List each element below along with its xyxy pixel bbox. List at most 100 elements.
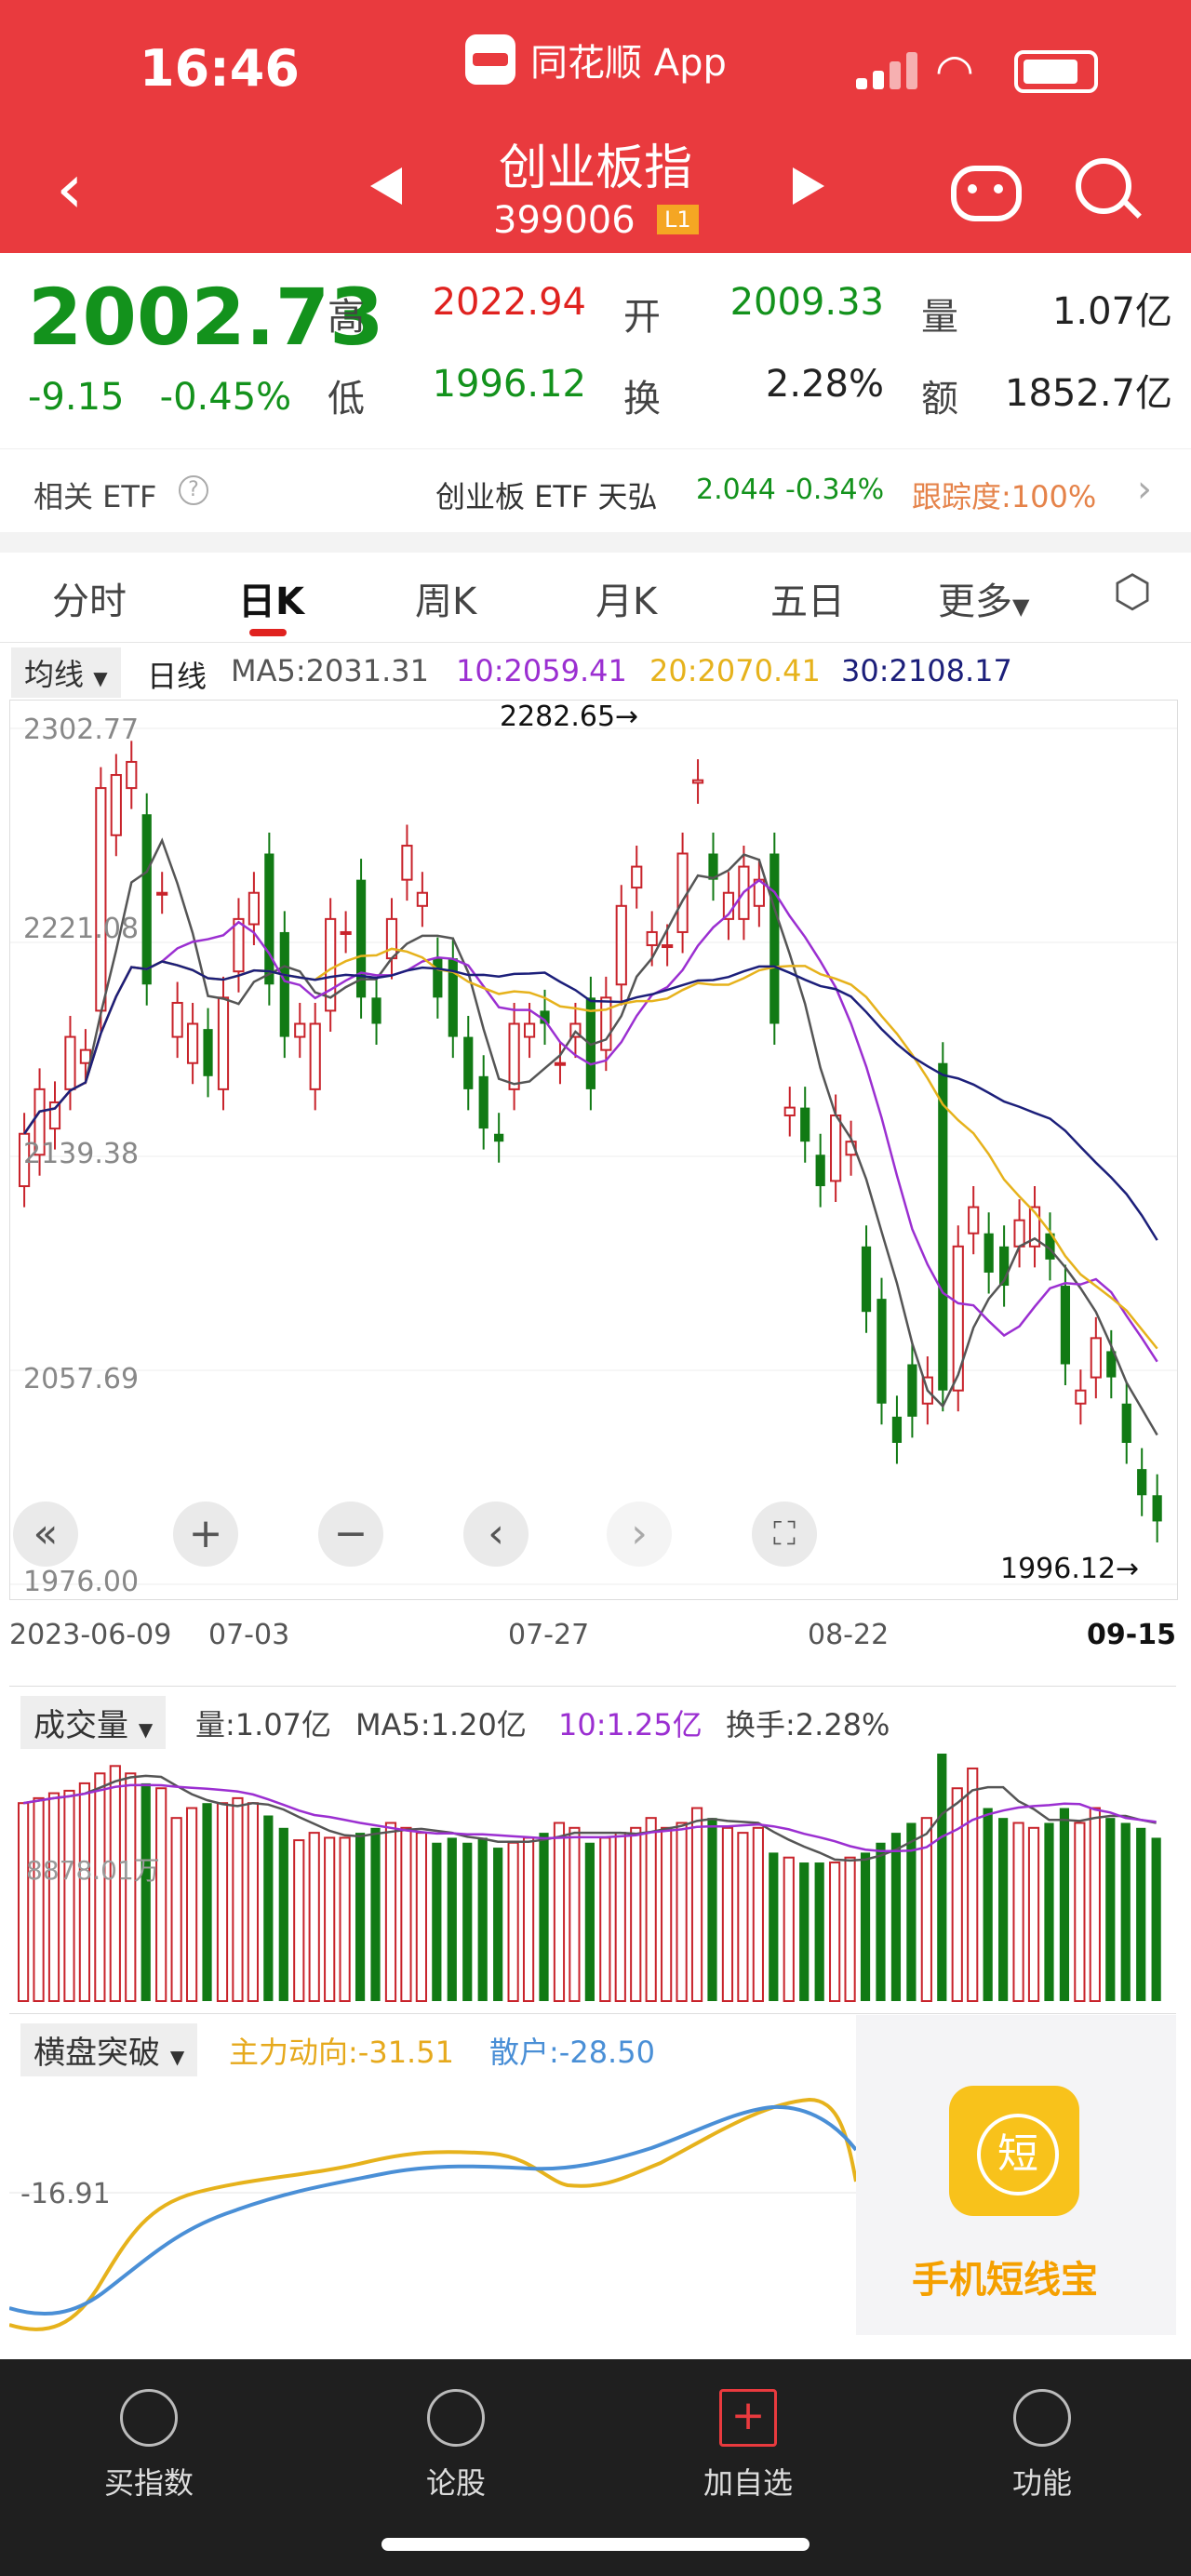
candle — [877, 1299, 887, 1404]
amount-label: 额 — [921, 378, 958, 420]
candle — [662, 944, 674, 949]
volume-bar — [1074, 1822, 1086, 2003]
candle — [1121, 1403, 1131, 1443]
candle — [110, 774, 122, 836]
volume-panel[interactable]: 成交量 ▼ 量:1.07亿 MA5:1.20亿 10:1.25亿 换手:2.28… — [9, 1686, 1176, 2007]
volume-bar — [860, 1852, 871, 2001]
search-icon[interactable] — [1076, 158, 1131, 214]
candle — [156, 891, 168, 896]
ma30-value: 30:2108.17 — [841, 653, 1012, 688]
assistant-icon[interactable] — [951, 166, 1022, 221]
settings-hex-icon[interactable]: ⬡ — [1113, 566, 1152, 618]
next-index-icon[interactable] — [793, 167, 824, 205]
help-icon[interactable]: ? — [179, 475, 208, 505]
back-icon[interactable]: ‹ — [56, 154, 84, 223]
nav-functions[interactable]: 功能 — [949, 2378, 1135, 2503]
candle — [600, 996, 612, 1051]
y-label: 2302.77 — [23, 714, 140, 746]
candle — [401, 845, 413, 881]
volume-bar — [614, 1832, 626, 2003]
kline-chart[interactable]: 2302.77 2221.08 2139.38 2057.69 1976.00 … — [9, 700, 1178, 1600]
volume-bar — [584, 1842, 595, 2001]
candle — [1152, 1495, 1162, 1522]
candle — [523, 1022, 536, 1038]
volume-bar — [937, 1754, 947, 2001]
candle — [861, 1246, 872, 1313]
zoom-in-icon[interactable]: + — [173, 1502, 238, 1567]
main-force-line — [9, 2097, 856, 2331]
caret-down-icon: ▼ — [138, 1718, 154, 1741]
step-right-icon[interactable]: › — [607, 1502, 672, 1567]
nav-label: 买指数 — [103, 2465, 194, 2501]
tab-five-day[interactable]: 五日 — [770, 571, 845, 625]
fullscreen-icon[interactable]: ⛶ — [752, 1502, 817, 1567]
candle — [646, 930, 658, 947]
volume-bar — [1044, 1822, 1054, 2001]
volume-axis-label: 8878.01万 — [26, 1855, 160, 1886]
indicator-select[interactable]: 均线 ▼ — [11, 647, 121, 698]
nav-label: 加自选 — [703, 2465, 793, 2501]
volume-bar — [998, 1818, 1009, 2001]
short-line-icon: 短 — [949, 2086, 1079, 2216]
candle — [769, 853, 780, 1024]
level-badge: L1 — [657, 205, 699, 234]
volume-bar — [1136, 1827, 1146, 2001]
tab-timeshare[interactable]: 分时 — [52, 571, 127, 625]
candle — [494, 1133, 504, 1142]
volume-bar — [661, 1826, 673, 2002]
candle — [141, 814, 152, 985]
signal-icon — [856, 52, 917, 89]
candle — [800, 1107, 810, 1142]
turnover-value: 2.28% — [765, 363, 884, 406]
related-etf-row[interactable]: 相关 ETF ? 创业板 ETF 天弘 2.044 -0.34% 跟踪度:100… — [0, 448, 1191, 533]
candle — [126, 760, 138, 790]
nav-buy-index[interactable]: 买指数 — [56, 2378, 242, 2503]
volume-indicator-select[interactable]: 成交量 ▼ — [20, 1696, 167, 1749]
tab-more[interactable]: 更多▼ — [938, 571, 1029, 625]
nav-add-watchlist[interactable]: + 加自选 — [655, 2378, 841, 2503]
scroll-left-icon[interactable]: « — [13, 1502, 78, 1567]
tab-monthly-k[interactable]: 月K — [596, 571, 657, 625]
tab-weekly-k[interactable]: 周K — [415, 571, 476, 625]
candle — [248, 891, 261, 926]
step-left-icon[interactable]: ‹ — [463, 1502, 529, 1567]
price-change: -9.15 -0.45% — [28, 376, 291, 419]
volume-bar — [783, 1856, 795, 2002]
candle — [968, 1206, 980, 1235]
period-label: 日线 — [147, 659, 207, 694]
volume-bar — [78, 1782, 91, 2002]
volume-bar — [33, 1796, 45, 2002]
top-bar: 16:46 同花顺 App ◠ ‹ 创业板指 399006 L1 — [0, 0, 1191, 253]
min-price-label: 1996.12→ — [1000, 1553, 1140, 1585]
nav-discuss[interactable]: 论股 — [363, 2378, 549, 2503]
candle — [416, 891, 428, 907]
candle — [203, 1029, 213, 1076]
volume-bar — [553, 1822, 566, 2003]
ma5-line — [23, 837, 1158, 1436]
candle — [815, 1155, 825, 1187]
volume-label: 量 — [921, 296, 958, 339]
tab-daily-k[interactable]: 日K — [238, 571, 304, 625]
candle — [463, 1036, 474, 1089]
volume-indicator-label: 成交量 — [33, 1707, 128, 1744]
volume-bar — [355, 1833, 366, 2001]
zoom-out-icon[interactable]: − — [318, 1502, 383, 1567]
volume-value: 1.07亿 — [1051, 290, 1172, 333]
chevron-right-icon[interactable]: › — [1137, 468, 1152, 511]
active-tab-indicator — [249, 629, 287, 636]
kline-svg — [10, 727, 1177, 1585]
volume-bar — [432, 1842, 442, 2001]
indicator-axis-label: -16.91 — [20, 2178, 111, 2210]
change-value: -9.15 — [28, 376, 125, 419]
volume-bar — [890, 1833, 902, 2001]
volume-bar — [569, 1826, 581, 2002]
volume-bar — [522, 1836, 535, 2002]
divider — [0, 532, 1191, 553]
y-label: 2057.69 — [23, 1363, 140, 1395]
short-line-ad[interactable]: 短 手机短线宝 — [856, 2015, 1176, 2335]
open-label: 开 — [623, 296, 661, 339]
period-tabs: 分时 日K 周K 月K 五日 更多▼ ⬡ — [0, 553, 1191, 643]
prev-index-icon[interactable] — [370, 167, 402, 205]
quote-panel: 2002.73 -9.15 -0.45% 高 2022.94 开 2009.33… — [0, 253, 1191, 448]
candle — [64, 1035, 76, 1090]
